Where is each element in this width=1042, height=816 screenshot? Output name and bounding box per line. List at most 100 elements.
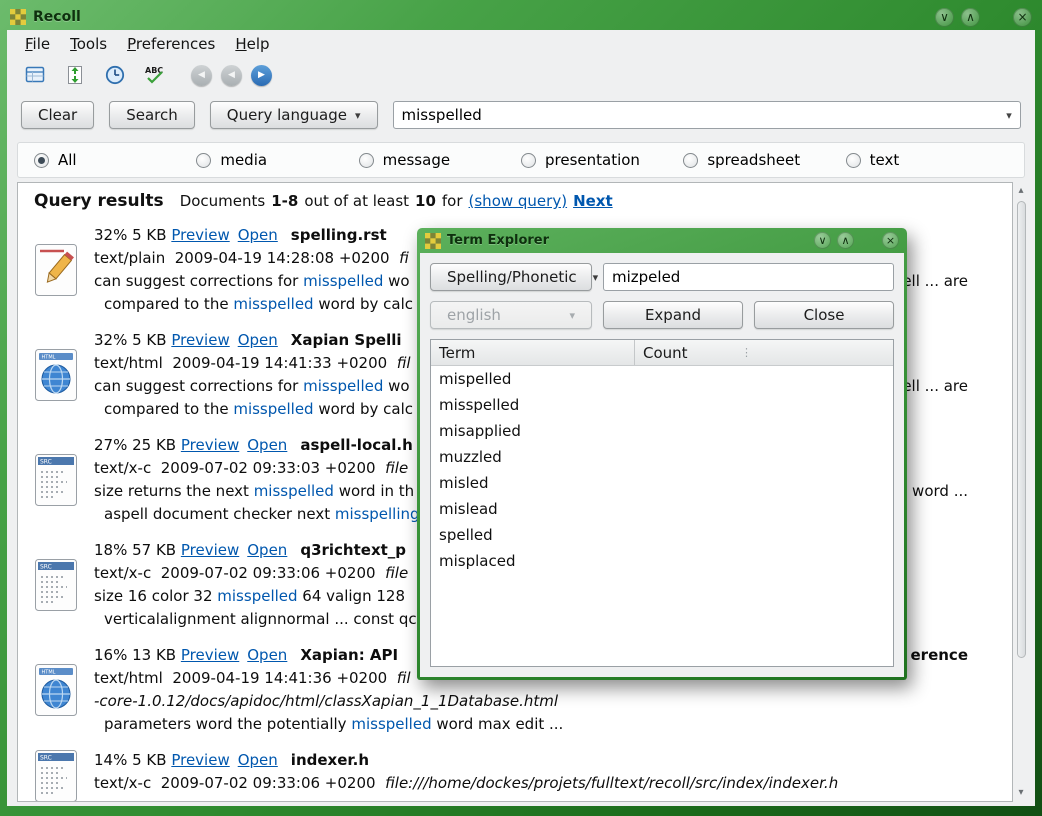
search-button[interactable]: Search: [109, 101, 195, 129]
term-input[interactable]: [603, 263, 894, 291]
minimize-button[interactable]: ∨: [935, 8, 954, 27]
language-combo: english ▾: [430, 301, 592, 329]
result-meta: text/x-c 2009-07-02 09:33:06 +0200: [94, 562, 385, 585]
result-line: 14% 5 KB Preview Open indexer.h: [94, 749, 998, 772]
relevance-size: 16% 13 KB: [94, 644, 181, 667]
scroll-up-button[interactable]: ▴: [1018, 184, 1023, 198]
result-title-tail: erence: [911, 644, 969, 667]
svg-text:SRC: SRC: [40, 755, 52, 762]
arrow-left-icon: ◀: [228, 70, 235, 80]
preview-link[interactable]: Preview: [171, 749, 229, 772]
next-link[interactable]: Next: [573, 192, 613, 210]
expansion-mode-combo[interactable]: Spelling/Phonetic ▾: [430, 263, 592, 291]
result-meta: text/html 2009-04-19 14:41:33 +0200: [94, 352, 397, 375]
scroll-down-button[interactable]: ▾: [1018, 786, 1023, 800]
open-link[interactable]: Open: [238, 224, 278, 247]
filter-message[interactable]: message: [359, 151, 521, 169]
preview-link[interactable]: Preview: [181, 539, 239, 562]
term-row[interactable]: mispelled: [431, 366, 893, 392]
filter-label: text: [870, 151, 900, 169]
result-url: fi: [399, 247, 409, 270]
filter-media[interactable]: media: [196, 151, 358, 169]
filter-all[interactable]: All: [34, 151, 196, 169]
term-row[interactable]: mislead: [431, 496, 893, 522]
relevance-size: 27% 25 KB: [94, 434, 181, 457]
preview-link[interactable]: Preview: [181, 644, 239, 667]
preview-link[interactable]: Preview: [181, 434, 239, 457]
term-row[interactable]: misapplied: [431, 418, 893, 444]
close-icon: ×: [886, 234, 895, 247]
snippet-text: n word ...: [898, 480, 968, 503]
close-dialog-button[interactable]: Close: [754, 301, 894, 329]
scroll-track[interactable]: [1017, 199, 1026, 785]
query-language-combo[interactable]: Query language ▾: [210, 101, 378, 129]
first-page-button[interactable]: ◀: [191, 65, 212, 86]
filter-label: message: [383, 151, 450, 169]
menu-preferences[interactable]: Preferences: [117, 32, 225, 56]
open-link[interactable]: Open: [247, 434, 287, 457]
dialog-body: Spelling/Phonetic ▾ english ▾ Expand Clo…: [420, 253, 904, 677]
filter-spreadsheet[interactable]: spreadsheet: [683, 151, 845, 169]
snippet-text: compared to the: [104, 293, 233, 316]
term-row[interactable]: misled: [431, 470, 893, 496]
filter-label: media: [220, 151, 267, 169]
sort-by-dates-button[interactable]: [61, 62, 88, 89]
preview-link[interactable]: Preview: [171, 224, 229, 247]
open-link[interactable]: Open: [247, 539, 287, 562]
result-url: file:///home/dockes/projets/fulltext/rec…: [385, 772, 838, 795]
documents-range: 1-8: [271, 192, 298, 210]
open-link[interactable]: Open: [238, 749, 278, 772]
menu-help[interactable]: Help: [225, 32, 279, 56]
dialog-minimize-button[interactable]: ∨: [814, 232, 831, 249]
dialog-maximize-button[interactable]: ∧: [837, 232, 854, 249]
result-meta: text/plain 2009-04-19 14:28:08 +0200: [94, 247, 399, 270]
preview-link[interactable]: Preview: [171, 329, 229, 352]
result-meta: text/x-c 2009-07-02 09:33:06 +0200: [94, 772, 385, 795]
scroll-thumb[interactable]: [1017, 201, 1026, 658]
page-navigation: ◀ ◀ ▶: [191, 65, 272, 86]
result-title: aspell-local.h: [300, 434, 412, 457]
open-link[interactable]: Open: [238, 329, 278, 352]
result-line: -core-1.0.12/docs/apidoc/html/classXapia…: [94, 690, 998, 713]
source-file-icon: SRC: [34, 539, 78, 631]
search-input[interactable]: [394, 106, 998, 124]
dialog-title: Term Explorer: [447, 233, 549, 248]
term-row[interactable]: spelled: [431, 522, 893, 548]
snippet-text: wo: [383, 270, 409, 293]
svg-text:HTML: HTML: [42, 670, 56, 676]
column-count[interactable]: Count: [634, 340, 741, 365]
for-label: for: [442, 192, 463, 210]
term-row[interactable]: misplaced: [431, 548, 893, 574]
term-cell: mispelled: [431, 370, 634, 388]
menubar: File Tools Preferences Help: [7, 30, 1035, 57]
maximize-button[interactable]: ∧: [961, 8, 980, 27]
svg-text:SRC: SRC: [40, 459, 52, 466]
chevron-down-icon: ▾: [569, 310, 575, 321]
close-button[interactable]: ×: [1013, 8, 1032, 27]
term-row[interactable]: misspelled: [431, 392, 893, 418]
filter-text[interactable]: text: [846, 151, 1008, 169]
term-explorer-button[interactable]: ABC: [141, 62, 168, 89]
term-row[interactable]: muzzled: [431, 444, 893, 470]
next-page-button[interactable]: ▶: [251, 65, 272, 86]
show-history-button[interactable]: [101, 62, 128, 89]
results-scrollbar: ▴ ▾: [1013, 182, 1029, 802]
radio-icon: [683, 153, 698, 168]
expansion-mode-label: Spelling/Phonetic: [447, 268, 577, 286]
relevance-size: 32% 5 KB: [94, 224, 171, 247]
open-link[interactable]: Open: [247, 644, 287, 667]
column-term[interactable]: Term: [431, 344, 634, 362]
clear-button[interactable]: Clear: [21, 101, 94, 129]
doc-history-table-button[interactable]: [21, 62, 48, 89]
search-history-arrow-icon[interactable]: ▾: [998, 110, 1020, 121]
expand-button[interactable]: Expand: [603, 301, 743, 329]
result-title: spelling.rst: [291, 224, 387, 247]
category-filter-bar: All media message presentation spreadshe…: [17, 142, 1025, 178]
show-query-link[interactable]: (show query): [469, 192, 568, 210]
filter-presentation[interactable]: presentation: [521, 151, 683, 169]
dialog-close-button[interactable]: ×: [882, 232, 899, 249]
previous-page-button[interactable]: ◀: [221, 65, 242, 86]
relevance-size: 32% 5 KB: [94, 329, 171, 352]
menu-file[interactable]: File: [15, 32, 60, 56]
menu-tools[interactable]: Tools: [60, 32, 117, 56]
